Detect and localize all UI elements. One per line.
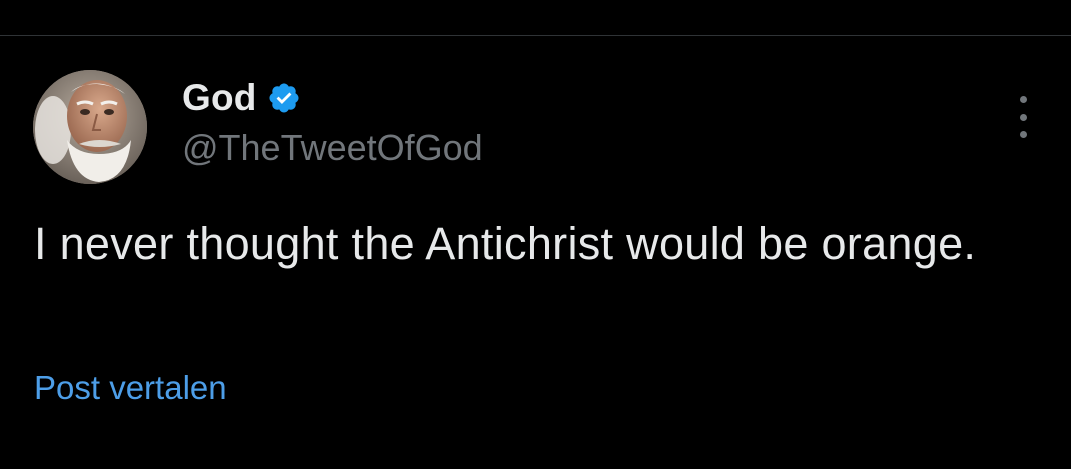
more-vertical-icon: [1019, 96, 1027, 103]
more-options-button[interactable]: [1008, 96, 1038, 138]
avatar-image: [33, 70, 147, 184]
verified-badge-icon[interactable]: [267, 81, 301, 115]
more-vertical-icon-dot: [1019, 113, 1027, 121]
author-handle[interactable]: @TheTweetOfGod: [182, 126, 483, 170]
top-divider: [0, 35, 1071, 36]
author-name-row: God: [182, 76, 301, 120]
tweet-text: I never thought the Antichrist would be …: [34, 218, 977, 269]
more-vertical-icon-dot: [1019, 131, 1027, 138]
author-display-name[interactable]: God: [182, 77, 257, 119]
avatar[interactable]: [33, 70, 147, 184]
translate-post-link[interactable]: Post vertalen: [34, 366, 227, 410]
